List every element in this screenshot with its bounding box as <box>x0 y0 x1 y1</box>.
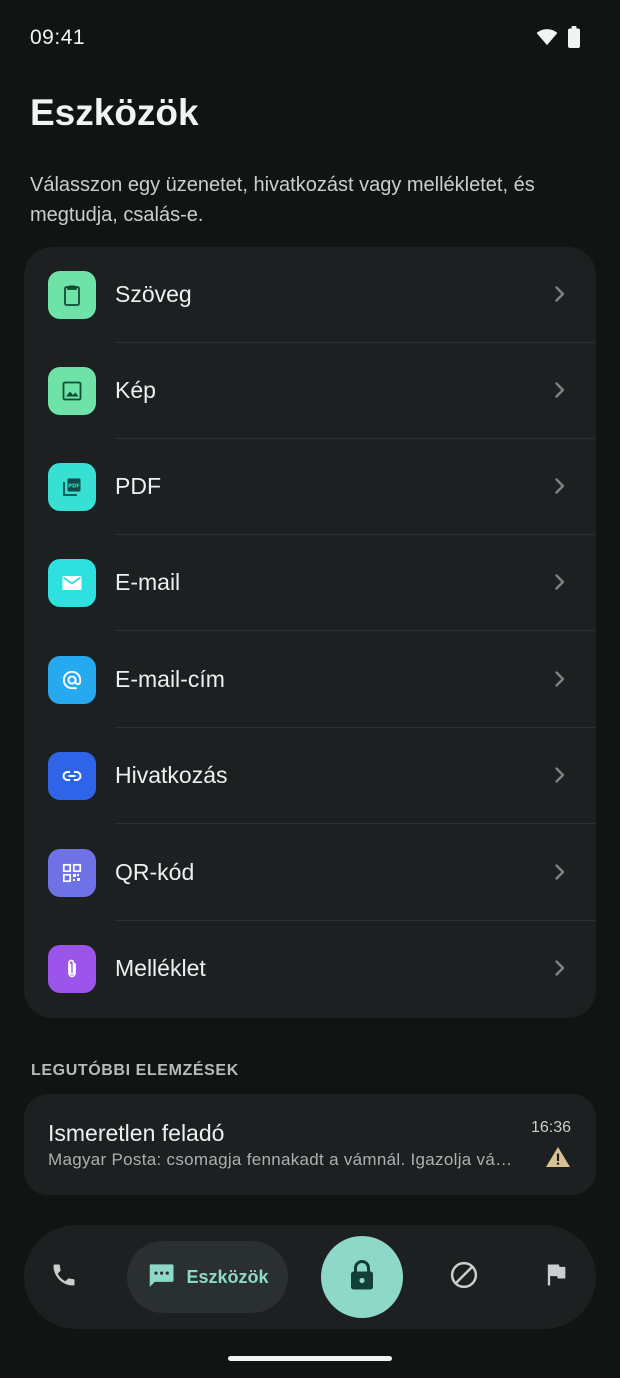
status-time: 09:41 <box>30 26 86 49</box>
tool-item-email-address[interactable]: E-mail-cím <box>24 632 596 728</box>
battery-icon <box>568 26 580 53</box>
recent-time: 16:36 <box>530 1119 571 1136</box>
tools-list: Szöveg Kép PDF PDF E-mail E-mail-cím Hiv… <box>24 247 596 1018</box>
tool-label: Szöveg <box>115 281 192 307</box>
svg-text:PDF: PDF <box>68 483 80 489</box>
chevron-right-icon <box>554 863 566 886</box>
qr-code-icon <box>48 849 96 897</box>
chevron-right-icon <box>554 285 566 308</box>
clipboard-icon <box>48 271 96 319</box>
nav-tools-label: Eszközök <box>186 1266 269 1287</box>
recent-preview: Magyar Posta: csomagja fennakadt a vámná… <box>48 1150 518 1169</box>
page-title: Eszközök <box>30 92 199 133</box>
recent-section-label: LEGUTÓBBI ELEMZÉSEK <box>31 1062 239 1079</box>
divider <box>115 630 596 631</box>
chevron-right-icon <box>554 573 566 596</box>
status-bar: 09:41 <box>0 0 620 76</box>
phone-icon <box>50 1261 78 1294</box>
recent-analysis-item[interactable]: Ismeretlen feladó Magyar Posta: csomagja… <box>24 1094 596 1195</box>
mail-icon <box>48 559 96 607</box>
tool-item-link[interactable]: Hivatkozás <box>24 728 596 824</box>
chevron-right-icon <box>554 959 566 982</box>
lock-icon <box>347 1258 377 1297</box>
tool-label: E-mail-cím <box>115 666 225 692</box>
tool-item-attachment[interactable]: Melléklet <box>24 921 596 1017</box>
chevron-right-icon <box>554 477 566 500</box>
tool-label: E-mail <box>115 569 181 595</box>
tools-screen: 09:41 Eszközök Válasszon egy üzenetet, h… <box>0 0 620 1378</box>
home-indicator[interactable] <box>228 1356 392 1361</box>
chevron-right-icon <box>554 381 566 404</box>
tool-item-pdf[interactable]: PDF PDF <box>24 439 596 535</box>
tool-item-email[interactable]: E-mail <box>24 535 596 631</box>
nav-report-button[interactable] <box>534 1257 578 1297</box>
pdf-icon: PDF <box>48 463 96 511</box>
flag-icon <box>542 1261 570 1294</box>
nav-block-button[interactable] <box>442 1257 486 1297</box>
warning-icon <box>545 1146 571 1173</box>
nav-phone-button[interactable] <box>42 1257 86 1297</box>
tool-label: QR-kód <box>115 859 195 885</box>
tool-label: PDF <box>115 473 161 499</box>
at-sign-icon <box>48 656 96 704</box>
page-subtitle: Válasszon egy üzenetet, hivatkozást vagy… <box>30 174 535 226</box>
link-icon <box>48 752 96 800</box>
tool-label: Melléklet <box>115 955 206 981</box>
tool-label: Hivatkozás <box>115 762 228 788</box>
status-icons <box>536 26 580 53</box>
tool-item-image[interactable]: Kép <box>24 343 596 439</box>
tool-item-qr-code[interactable]: QR-kód <box>24 825 596 921</box>
chevron-right-icon <box>554 766 566 789</box>
nav-protection-button[interactable] <box>321 1236 403 1318</box>
image-icon <box>48 367 96 415</box>
nav-tools-button[interactable]: Eszközök <box>127 1241 288 1313</box>
divider <box>115 823 596 824</box>
tool-item-text[interactable]: Szöveg <box>24 247 596 343</box>
wifi-icon <box>536 28 558 51</box>
chevron-right-icon <box>554 670 566 693</box>
paperclip-icon <box>48 945 96 993</box>
recent-sender: Ismeretlen feladó <box>48 1120 225 1146</box>
tool-label: Kép <box>115 377 156 403</box>
block-icon <box>449 1260 479 1295</box>
bottom-navigation: Eszközök <box>24 1225 596 1329</box>
message-icon <box>146 1260 176 1295</box>
